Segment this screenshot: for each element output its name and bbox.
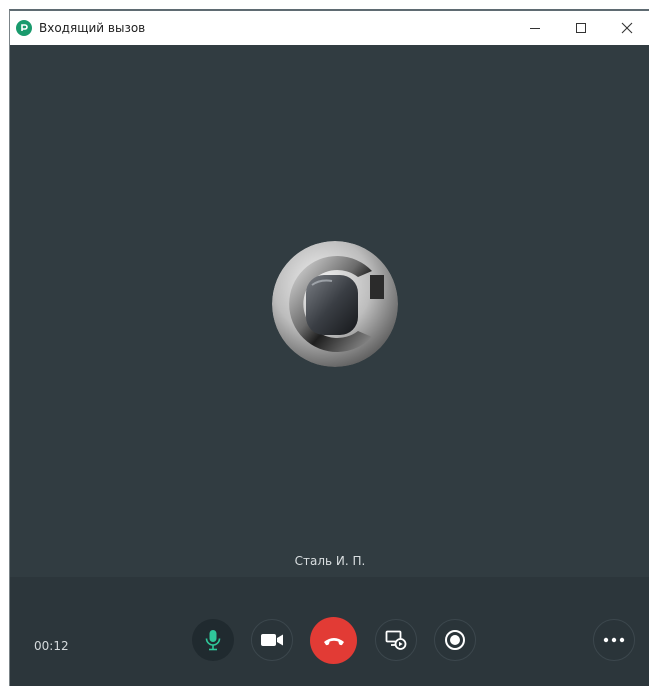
screen-share-button[interactable] <box>375 619 417 661</box>
microphone-toggle-button[interactable] <box>192 619 234 661</box>
window-controls <box>512 11 649 45</box>
hangup-button[interactable] <box>310 617 357 664</box>
more-dots-icon <box>603 637 625 643</box>
window-title: Входящий вызов <box>39 21 146 35</box>
maximize-icon <box>576 23 586 33</box>
maximize-button[interactable] <box>558 11 604 45</box>
more-options-button[interactable] <box>593 619 635 661</box>
record-button[interactable] <box>434 619 476 661</box>
call-window: Входящий вызов Сталь И. П. 00:12 <box>9 9 649 686</box>
video-camera-icon <box>261 634 283 646</box>
minimize-icon <box>530 28 540 29</box>
caller-name: Сталь И. П. <box>294 554 366 568</box>
screen-share-icon <box>385 630 407 650</box>
caller-avatar <box>272 241 398 367</box>
camera-toggle-button[interactable] <box>251 619 293 661</box>
phone-hangup-icon <box>323 637 344 645</box>
call-stage: Сталь И. П. <box>10 45 649 577</box>
call-control-bar: 00:12 <box>10 577 649 686</box>
minimize-button[interactable] <box>512 11 558 45</box>
close-icon <box>621 22 633 34</box>
title-bar: Входящий вызов <box>10 11 649 45</box>
app-logo-icon <box>16 20 32 36</box>
microphone-icon <box>205 630 221 651</box>
call-timer: 00:12 <box>34 639 69 653</box>
record-icon <box>445 630 465 650</box>
close-button[interactable] <box>604 11 649 45</box>
